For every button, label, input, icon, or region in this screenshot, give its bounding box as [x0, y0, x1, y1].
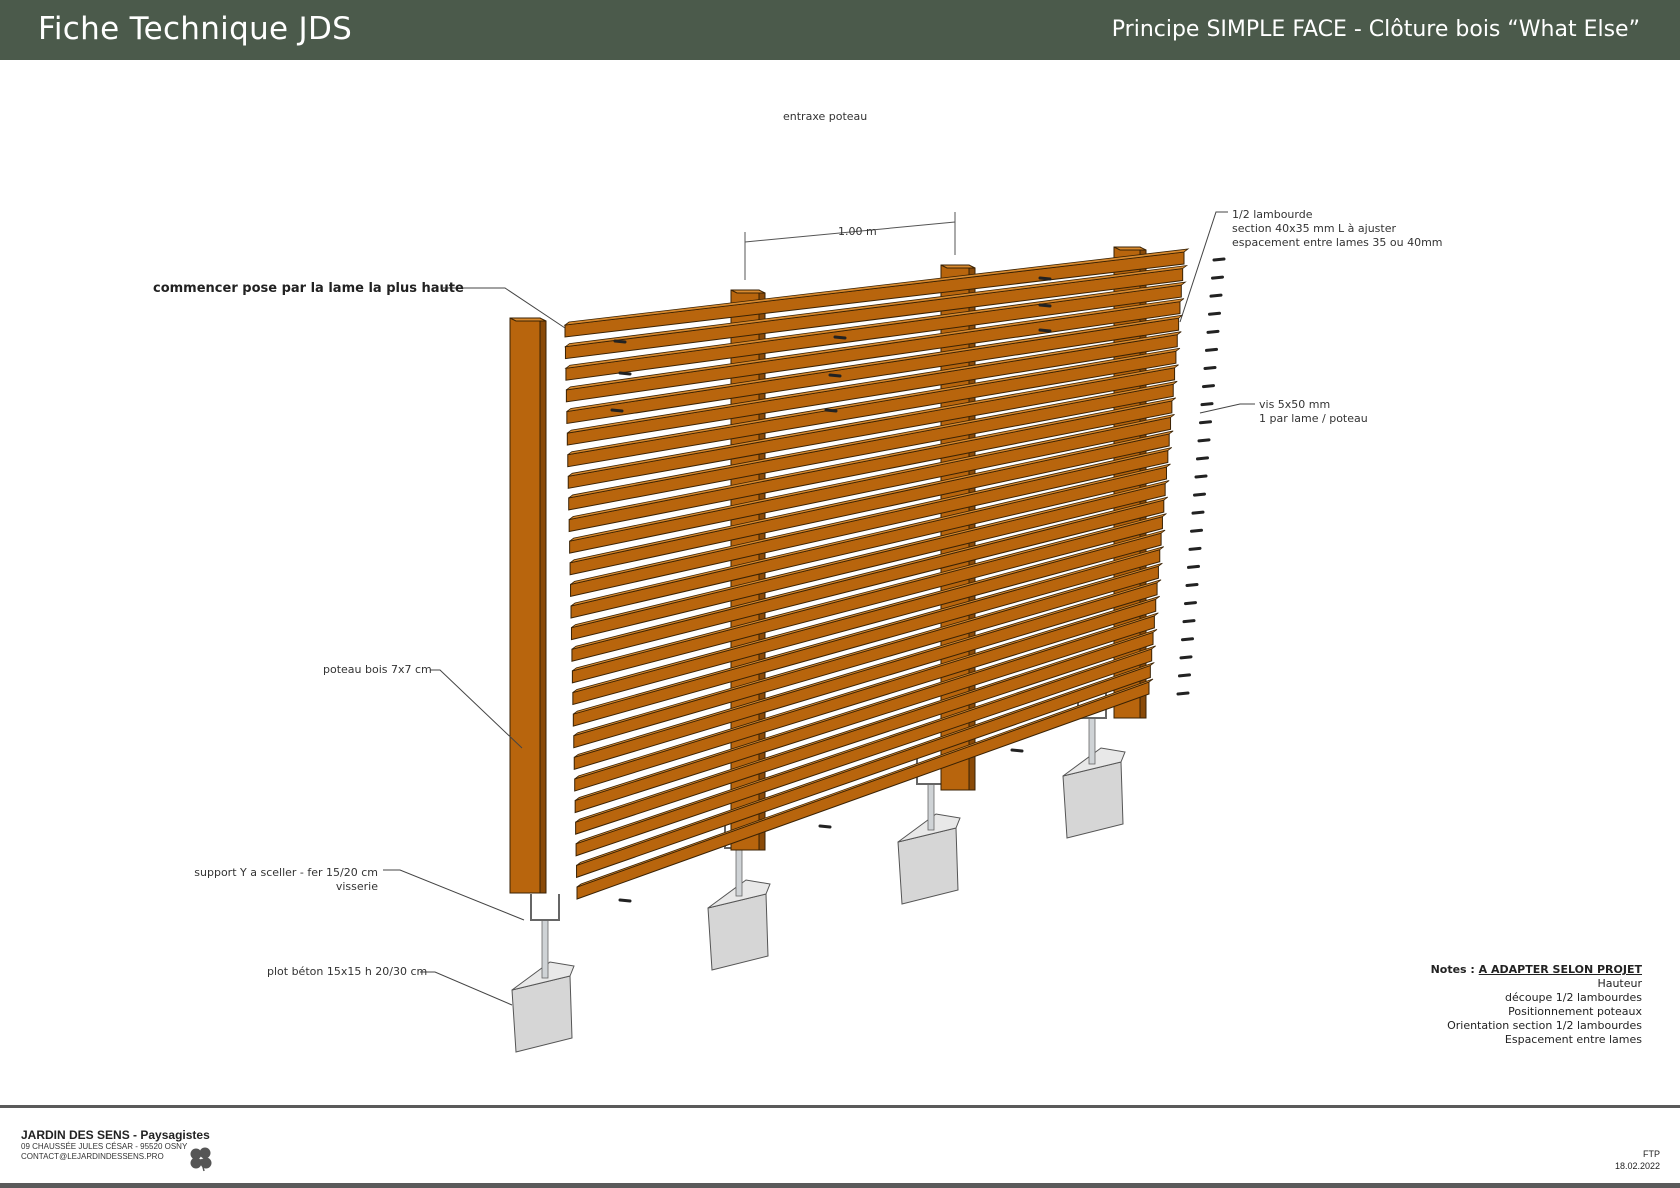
screw	[1176, 691, 1190, 696]
screw	[1202, 384, 1215, 389]
y-support-3	[927, 783, 935, 831]
notes-item: Espacement entre lames	[1504, 1033, 1642, 1046]
screw-line-1: vis 5x50 mm	[1259, 398, 1331, 411]
screw	[1199, 420, 1212, 425]
notes-title-text: A ADAPTER SELON PROJET	[1478, 963, 1642, 976]
lambourde-line-3: espacement entre lames 35 ou 40mm	[1232, 236, 1443, 249]
notes-item: Orientation section 1/2 lambourdes	[1447, 1019, 1642, 1032]
screw	[818, 824, 832, 829]
screw	[1010, 748, 1024, 753]
screw	[1187, 564, 1200, 569]
screw	[1212, 257, 1226, 262]
screw	[1179, 655, 1193, 660]
screw	[1194, 474, 1208, 479]
screw	[1184, 601, 1197, 606]
document-info: FTP 18.02.2022	[1615, 1148, 1660, 1172]
screw	[1181, 637, 1194, 642]
support-line-1: support Y a sceller - fer 15/20 cm	[194, 866, 378, 879]
screw	[1209, 293, 1223, 298]
notes-title: Notes : A ADAPTER SELON PROJET	[1431, 963, 1642, 977]
screw	[1038, 276, 1052, 281]
screw	[1200, 402, 1214, 407]
screw	[1205, 347, 1218, 352]
page-title: Fiche Technique JDS	[38, 11, 353, 47]
post-3-top	[940, 264, 976, 269]
post-4-top	[1113, 246, 1147, 251]
document-code: FTP	[1643, 1149, 1660, 1159]
y-support-1-bracket	[530, 894, 560, 921]
screw	[1206, 329, 1220, 334]
company-name-text: JARDIN DES SENS	[21, 1128, 130, 1142]
leader-line	[420, 971, 513, 1006]
screw	[610, 408, 624, 413]
support-line-2: visserie	[335, 880, 378, 893]
concrete-block-label: plot béton 15x15 h 20/30 cm	[267, 965, 428, 978]
screw	[1038, 328, 1052, 333]
entraxe-label: entraxe poteau	[783, 110, 868, 123]
clover-logo-icon	[190, 1147, 212, 1172]
company-name: JARDIN DES SENS - Paysagistes	[21, 1128, 210, 1142]
screw-line-2: 1 par lame / poteau	[1259, 412, 1368, 425]
screw	[1188, 546, 1202, 551]
post-1-top	[509, 317, 547, 322]
footer-bottom-bar	[0, 1183, 1680, 1188]
company-info: JARDIN DES SENS - Paysagistes 09 CHAUSSÉ…	[21, 1128, 210, 1162]
notes-prefix: Notes :	[1430, 963, 1479, 976]
screw	[1182, 619, 1196, 624]
support-label: support Y a sceller - fer 15/20 cm visse…	[190, 866, 378, 894]
leader-line	[1179, 211, 1228, 323]
page-header: Fiche Technique JDS Principe SIMPLE FACE…	[0, 0, 1680, 60]
y-support-4	[1088, 717, 1096, 765]
document-date: 18.02.2022	[1614, 1161, 1660, 1171]
screw	[618, 898, 632, 903]
screw	[1197, 438, 1211, 443]
lambourde-label: 1/2 lambourde section 40x35 mm L à ajust…	[1232, 208, 1443, 250]
post-label: poteau bois 7x7 cm	[323, 663, 432, 676]
post-2-top	[730, 289, 766, 294]
y-support-1	[541, 919, 549, 979]
screw	[618, 371, 632, 376]
company-address: 09 CHAUSSÉE JULES CÉSAR - 95520 OSNY	[21, 1142, 188, 1151]
start-instruction-label: commencer pose par la lame la plus haute	[153, 281, 464, 296]
screw	[1211, 275, 1224, 280]
lambourde-line-2: section 40x35 mm L à ajuster	[1232, 222, 1397, 235]
lambourde-line-1: 1/2 lambourde	[1232, 208, 1313, 221]
notes-block: Notes : A ADAPTER SELON PROJET Hauteur d…	[1431, 963, 1642, 1047]
screw-label: vis 5x50 mm 1 par lame / poteau	[1259, 398, 1368, 426]
screw	[1038, 303, 1052, 308]
notes-item: découpe 1/2 lambourdes	[1505, 991, 1642, 1004]
post-1-side	[539, 320, 547, 894]
company-contact: CONTACT@LEJARDINDESSENS.PRO	[21, 1152, 164, 1161]
screw	[824, 408, 838, 413]
post-1	[509, 317, 541, 894]
screw	[1178, 673, 1191, 678]
y-support-2	[735, 847, 743, 897]
screw	[833, 335, 847, 340]
screw	[1190, 528, 1203, 533]
notes-item: Positionnement poteaux	[1508, 1005, 1642, 1018]
screw	[828, 373, 842, 378]
screw	[1203, 366, 1217, 370]
footer-divider	[0, 1105, 1680, 1108]
screw	[1208, 311, 1221, 316]
leader-line	[430, 669, 523, 749]
page-subtitle: Principe SIMPLE FACE - Clôture bois “Wha…	[1111, 17, 1640, 42]
notes-item: Hauteur	[1597, 977, 1642, 990]
leader-line	[383, 869, 525, 921]
dimension-label: 1.00 m	[838, 225, 877, 238]
screw	[1191, 510, 1205, 515]
screw	[613, 339, 627, 344]
company-suffix: - Paysagistes	[129, 1128, 210, 1142]
screw	[1185, 583, 1199, 587]
screw	[1196, 456, 1209, 461]
screw	[1193, 492, 1206, 497]
